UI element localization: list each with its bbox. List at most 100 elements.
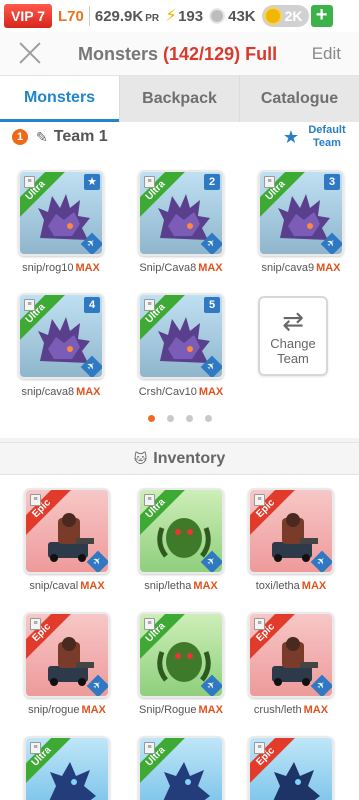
max-tag: MAX (75, 262, 100, 274)
monster-portrait (264, 756, 324, 800)
close-icon[interactable] (18, 41, 42, 65)
lightning-icon: ⚡ (165, 6, 178, 25)
inventory-label: Inventory (153, 450, 226, 467)
monster-name: snip/caval (29, 580, 79, 592)
tab-catalogue[interactable]: Catalogue (240, 76, 359, 122)
team-monster-card[interactable]: Ultra ≡ 5 ✈ (138, 293, 224, 379)
monster-label: snip/caval MAX (12, 580, 122, 592)
monster-label: toxi/letha MAX (236, 580, 346, 592)
swap-icon: ⇄ (282, 306, 304, 336)
monster-count: (142/129) Full (163, 44, 278, 64)
change-team-button[interactable]: ⇄ Change Team (258, 296, 328, 376)
monster-label: snip/letha MAX (126, 580, 236, 592)
star-icon: ★ (282, 126, 299, 147)
inventory-monster-card[interactable]: Ultra ≡ (24, 736, 110, 800)
card-info-icon: ≡ (264, 176, 275, 188)
status-bar: VIP 7 L70 629.9K PR ⚡ 193 43K 2K + (0, 0, 359, 32)
monster-label: snip/cava8 MAX (6, 386, 116, 398)
monster-name: snip/cava9 (261, 262, 315, 274)
monster-portrait (40, 508, 100, 564)
inventory-title: 🐱 Inventory (134, 450, 226, 467)
inventory-monster-card[interactable]: Epic ≡ (248, 736, 334, 800)
max-tag: MAX (198, 704, 223, 716)
team-monster-card[interactable]: Ultra ≡ 2 ✈ (138, 170, 224, 256)
tab-backpack[interactable]: Backpack (119, 76, 240, 122)
team-monster-card[interactable]: Ultra ≡ ★ ✈ (18, 170, 104, 256)
inventory-monster-card[interactable]: Ultra ≡ ✈ (138, 612, 224, 698)
gold-unit: PR (145, 12, 160, 24)
page-dot[interactable] (167, 415, 174, 422)
monster-label: snip/rog10 MAX (6, 262, 116, 274)
vip-badge[interactable]: VIP 7 (4, 4, 52, 28)
monster-label: crush/leth MAX (236, 704, 346, 716)
gold-value: 629.9K (94, 7, 144, 25)
inventory-monster-card[interactable]: Epic ≡ ✈ (24, 612, 110, 698)
max-tag: MAX (193, 580, 218, 592)
page-dot[interactable] (148, 415, 155, 422)
max-tag: MAX (76, 386, 101, 398)
stone-counter[interactable]: 43K (209, 8, 256, 25)
inventory-monster-card[interactable]: Epic ≡ ✈ (248, 488, 334, 574)
team-header: 1 ✎ Team 1 (12, 128, 108, 146)
card-info-icon: ≡ (30, 618, 41, 630)
slot-badge: 5 (204, 297, 220, 313)
tab-monsters[interactable]: Monsters (0, 76, 119, 122)
max-tag: MAX (198, 262, 223, 274)
monster-portrait (34, 190, 94, 246)
monster-name: Crsh/Cav10 (138, 386, 197, 398)
gold-amount: 629.9K PR (95, 8, 159, 25)
coin-icon (263, 7, 282, 25)
page-dot[interactable] (205, 415, 212, 422)
card-info-icon: ≡ (24, 176, 35, 188)
change-team-label: Change Team (270, 336, 316, 366)
card-info-icon: ≡ (144, 618, 155, 630)
monster-name: snip/letha (144, 580, 192, 592)
page-title: Monsters (142/129) Full (78, 44, 277, 65)
monster-label: snip/rogue MAX (12, 704, 122, 716)
max-tag: MAX (80, 580, 105, 592)
inventory-monster-card[interactable]: Ultra ≡ (138, 736, 224, 800)
monster-name: snip/rogue (28, 704, 80, 716)
team-name[interactable]: Team 1 (54, 128, 108, 146)
max-tag: MAX (81, 704, 106, 716)
gem-counter[interactable]: 2K (261, 5, 309, 27)
max-tag: MAX (303, 704, 329, 716)
monster-portrait (264, 632, 324, 688)
inventory-monster-card[interactable]: Epic ≡ ✈ (24, 488, 110, 574)
page-dot[interactable] (186, 415, 193, 422)
team-monster-card[interactable]: Ultra ≡ 4 ✈ (18, 293, 104, 379)
monster-name: crush/leth (253, 704, 302, 716)
monster-label: Snip/Cava8 MAX (126, 262, 236, 274)
monster-label: Snip/Rogue MAX (126, 704, 236, 716)
monster-portrait (154, 756, 214, 800)
pencil-icon[interactable]: ✎ (36, 129, 48, 146)
card-info-icon: ≡ (254, 494, 265, 506)
team-monster-card[interactable]: Ultra ≡ 3 ✈ (258, 170, 344, 256)
monster-name: Snip/Cava8 (139, 262, 197, 274)
monster-label: Crsh/Cav10 MAX (126, 386, 236, 398)
card-info-icon: ≡ (254, 618, 265, 630)
card-info-icon: ≡ (144, 742, 155, 754)
tab-bar: Monsters Backpack Catalogue (0, 76, 359, 122)
card-info-icon: ≡ (30, 742, 41, 754)
paw-icon: 🐱 (133, 451, 148, 466)
team-number-badge: 1 (12, 129, 28, 145)
monster-name: snip/cava8 (21, 386, 75, 398)
monster-portrait (40, 756, 100, 800)
max-tag: MAX (316, 262, 341, 274)
stone-icon (209, 8, 226, 24)
edit-button[interactable]: Edit (312, 44, 341, 64)
max-tag: MAX (198, 386, 224, 398)
max-tag: MAX (301, 580, 327, 592)
default-team-toggle[interactable]: ★ Default Team (283, 124, 347, 150)
divider (88, 6, 90, 26)
monster-name: toxi/letha (255, 580, 300, 592)
inventory-monster-card[interactable]: Epic ≡ ✈ (248, 612, 334, 698)
energy-counter[interactable]: ⚡ 193 (165, 6, 203, 26)
slot-badge: 2 (204, 174, 220, 190)
add-currency-button[interactable]: + (310, 5, 333, 27)
monster-name: snip/rog10 (22, 262, 74, 274)
slot-badge: 4 (84, 297, 100, 313)
inventory-monster-card[interactable]: Ultra ≡ ✈ (138, 488, 224, 574)
card-info-icon: ≡ (30, 494, 41, 506)
